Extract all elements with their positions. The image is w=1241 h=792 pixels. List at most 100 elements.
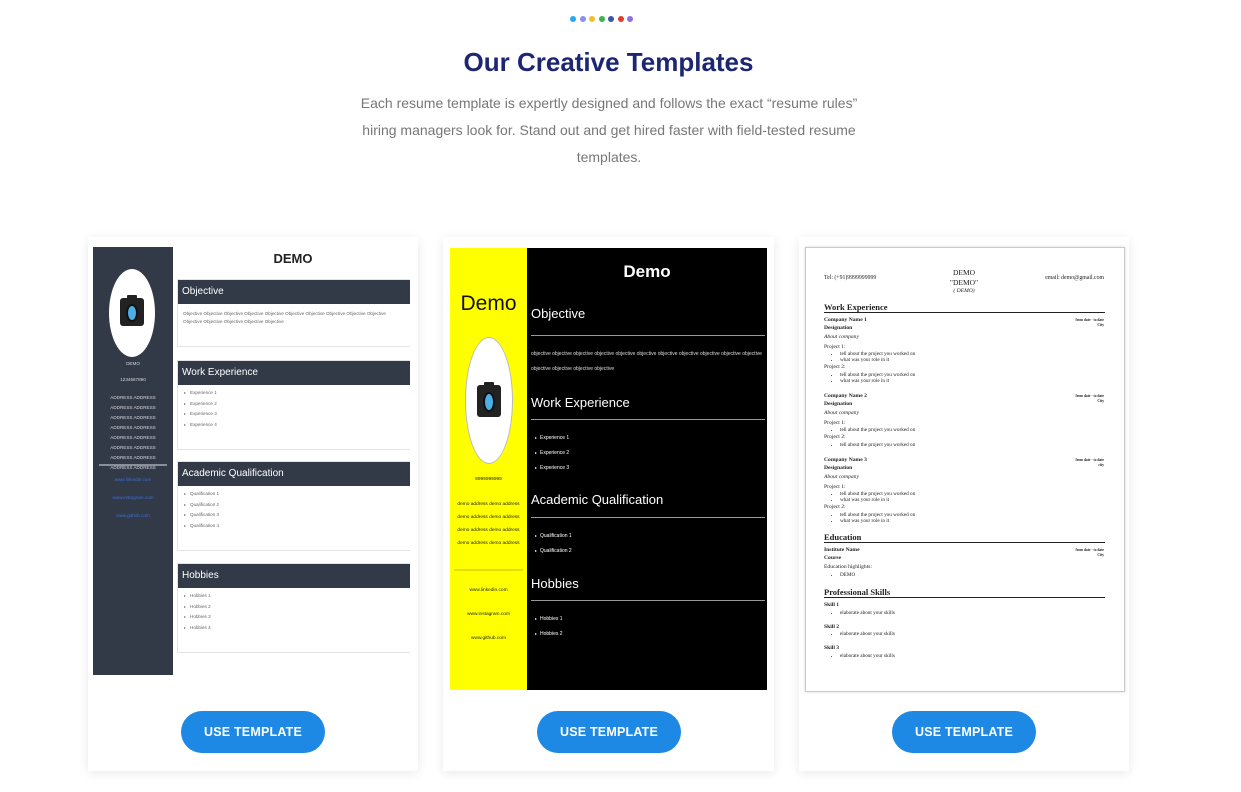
resume-email: email: demo@gmail.com [1045,275,1104,281]
list-item: Experience 3 [534,461,569,476]
resume-tel: Tel: (+91)9999999999 [824,275,877,281]
side-name: DEMO [126,361,140,366]
list-item: what was your role in it [840,497,1105,503]
skill-name: Skill 1 [824,602,840,608]
list-item: elaborate about your skills [840,631,1105,637]
section-heading: Work Experience [178,361,410,385]
divider [99,464,167,466]
designation: Designation [824,400,853,407]
institute-name: Institute Name [824,547,860,553]
list-item: what was your role in it [840,518,1105,524]
section-heading: Professional Skills [824,587,1105,598]
side-address: demo address demo address demo address d… [457,502,520,546]
use-template-button[interactable]: USE TEMPLATE [892,711,1036,753]
side-phone: 1234567890 [120,377,146,382]
list-item: Hobbies 4 [184,623,410,634]
template-preview-2[interactable]: Demo 9999999999 demo address demo addres… [450,248,767,690]
template-card-1: DEMO 1234567890 ADDRESS ADDRESS ADDRESS … [88,237,418,771]
dot [570,16,576,22]
template-preview-3[interactable]: Tel: (+91)9999999999 DEMO "DEMO" ( DEMO)… [805,247,1125,692]
resume-name-sub: ( DEMO) [953,288,975,294]
item-list: DEMO [824,572,1105,578]
section-heading: Work Experience [824,302,1105,313]
item-list: Experience 1 Experience 2 Experience 3 E… [182,388,410,430]
item-list: tell about the project you worked onwhat… [824,512,1105,524]
project-label: Project 2: [824,504,846,510]
section-hobbies: Hobbies Hobbies 1 Hobbies 2 Hobbies 3 Ho… [177,563,410,653]
resume-sidebar: Demo 9999999999 demo address demo addres… [450,248,527,690]
project-label: Project 2: [824,364,846,370]
use-template-button[interactable]: USE TEMPLATE [537,711,681,753]
divider [531,419,765,420]
skill-name: Skill 2 [824,623,840,630]
list-item: tell about the project you worked on [840,442,1105,448]
list-item: elaborate about your skills [840,610,1105,616]
template-card-3: Tel: (+91)9999999999 DEMO "DEMO" ( DEMO)… [799,237,1129,771]
resume-sidebar: DEMO 1234567890 ADDRESS ADDRESS ADDRESS … [93,247,173,675]
divider [531,335,765,336]
item-list: Hobbies 1 Hobbies 2 Hobbies 3 Hobbies 4 [182,591,410,633]
list-item: Hobbies 2 [535,627,563,642]
education-block: Institute Name Course Education highligh… [824,547,1105,578]
dot [627,16,633,22]
template-preview-1[interactable]: DEMO 1234567890 ADDRESS ADDRESS ADDRESS … [93,247,410,675]
section-academic: Academic Qualification Qualification 1 Q… [177,461,410,551]
item-list: elaborate about your skills [824,631,1105,637]
link-github: www.github.com [471,636,506,641]
section-text: Objective Objective Objective Objective … [183,311,386,324]
link-linkedin: www.linkedin.com [114,477,152,482]
list-item: DEMO [840,572,1105,578]
resume-name: Demo [623,262,671,281]
section-heading: Objective [178,280,410,304]
project-label: Project 1: [824,483,846,490]
section-heading: Academic Qualification [531,492,664,507]
list-item: Qualification 1 [184,489,410,500]
company-block-1: Company Name 1 Designation About company… [824,317,1105,384]
list-item: Experience 3 [184,409,410,420]
camera-icon [477,382,501,418]
company-name: Company Name 1 [824,317,867,323]
dot [617,16,624,22]
company-block-3: Company Name 3 Designation About company… [824,457,1105,524]
company-name: Company Name 2 [824,393,867,399]
list-item: Experience 1 [184,388,410,399]
list-item: Qualification 3 [184,510,410,521]
section-subtitle: Each resume template is expertly designe… [360,95,858,165]
company-block-2: Company Name 2 Designation About company… [824,393,1105,448]
item-list: tell about the project you worked onwhat… [824,372,1105,384]
list-item: Experience 1 [534,431,569,446]
about-company: About company [824,474,859,480]
item-list: Experience 1 Experience 2 Experience 3 [534,431,569,476]
link-linkedin: www.linkedin.com [469,588,508,593]
about-company: About company [824,410,859,416]
item-list: tell about the project you worked onwhat… [824,491,1105,503]
list-item: Hobbies 1 [535,612,563,627]
item-list: elaborate about your skills [824,653,1105,659]
dot [589,16,595,22]
avatar [109,269,155,357]
list-item: Qualification 2 [184,500,410,511]
divider [454,569,523,571]
list-item: Experience 2 [534,446,569,461]
dot [608,16,614,22]
template-card-2: Demo 9999999999 demo address demo addres… [443,237,774,771]
skills-block: Skill 1 elaborate about your skills Skil… [824,602,1105,659]
section-heading: Hobbies [178,564,410,588]
side-name: Demo [460,292,517,315]
list-item: what was your role in it [840,357,1105,363]
resume-name-quoted: "DEMO" [949,277,979,287]
item-list: Hobbies 1 Hobbies 2 [534,612,563,642]
use-template-button[interactable]: USE TEMPLATE [181,711,325,753]
link-instagram: www.instagram.com [112,495,154,500]
decorative-dots [570,16,633,22]
list-item: Qualification 4 [184,521,410,532]
section-work: Work Experience Experience 1 Experience … [177,360,410,450]
project-label: Project 2: [824,434,846,440]
item-list: tell about the project you worked onwhat… [824,351,1105,363]
dot [579,16,586,22]
skill-name: Skill 3 [824,645,840,651]
list-item: Hobbies 3 [184,612,410,623]
section-heading: Academic Qualification [178,462,410,486]
course: Course [824,554,842,561]
list-item: tell about the project you worked on [840,427,1105,433]
